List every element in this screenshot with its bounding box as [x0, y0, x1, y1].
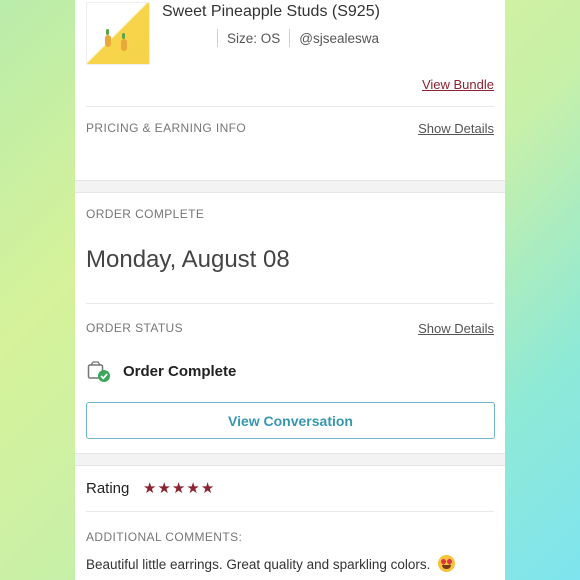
- divider: [86, 511, 494, 512]
- view-conversation-button[interactable]: View Conversation: [86, 402, 495, 439]
- view-bundle-link[interactable]: View Bundle: [422, 77, 494, 92]
- divider: [217, 29, 218, 47]
- pineapple-stud-right-icon: [121, 39, 127, 51]
- comment-text: Beautiful little earrings. Great quality…: [86, 555, 456, 572]
- star-icon: ★: [186, 480, 200, 497]
- comment-body: Beautiful little earrings. Great quality…: [86, 557, 431, 572]
- divider: [86, 303, 494, 304]
- rating-label: Rating: [86, 480, 130, 497]
- star-icon: ★: [200, 480, 215, 497]
- order-complete-date: Monday, August 08: [86, 246, 290, 273]
- divider: [289, 29, 291, 47]
- order-status-show-details-link[interactable]: Show Details: [418, 321, 494, 336]
- star-icon: ★: [157, 480, 171, 497]
- rating-stars: ★ ★ ★ ★ ★: [143, 480, 214, 498]
- leaf-icon: [122, 33, 125, 39]
- star-icon: ★: [171, 480, 186, 497]
- order-details-panel: Sweet Pineapple Studs (S925) Size: OS @s…: [75, 0, 505, 580]
- star-icon: ★: [143, 480, 157, 497]
- order-complete-label: ORDER COMPLETE: [86, 207, 205, 221]
- seller-handle[interactable]: @sjsealeswa: [299, 31, 379, 46]
- order-status-text: Order Complete: [123, 363, 237, 380]
- heart-eyes-emoji-icon: [438, 555, 456, 572]
- pricing-show-details-link[interactable]: Show Details: [418, 121, 494, 136]
- pricing-section-label: PRICING & EARNING INFO: [86, 121, 247, 135]
- section-gap: [75, 453, 505, 466]
- order-status-label: ORDER STATUS: [86, 321, 184, 335]
- divider: [86, 106, 494, 107]
- pineapple-stud-left-icon: [105, 35, 111, 47]
- additional-comments-label: ADDITIONAL COMMENTS:: [86, 530, 243, 544]
- package-check-icon: [87, 361, 110, 382]
- product-title[interactable]: Sweet Pineapple Studs (S925): [162, 3, 380, 21]
- leaf-icon: [106, 29, 109, 35]
- section-gap: [75, 180, 505, 193]
- product-meta: Size: OS @sjsealeswa: [217, 28, 379, 48]
- product-size: Size: OS: [227, 30, 281, 46]
- product-thumbnail[interactable]: [86, 2, 150, 65]
